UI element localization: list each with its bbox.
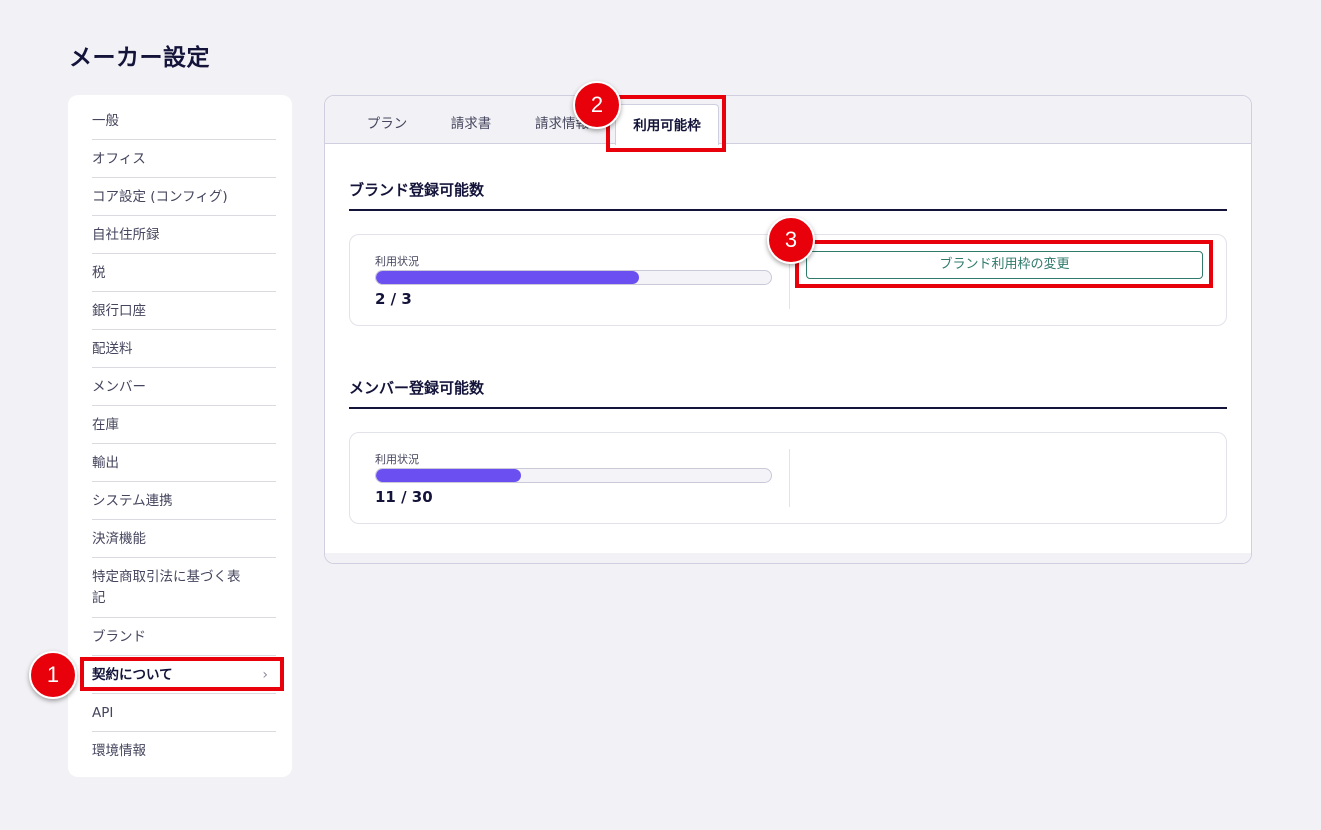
tab-available-quota[interactable]: 利用可能枠 [615,104,719,145]
brand-usage-value: 2 / 3 [375,290,412,308]
sidebar-item-label: コア設定 (コンフィグ) [92,189,228,205]
sidebar-item-office[interactable]: オフィス [92,140,276,178]
sidebar-item-label: オフィス [92,151,146,167]
sidebar-item-label: 銀行口座 [92,303,146,319]
step-marker-3: 3 [767,216,815,264]
member-usage-card: 利用状況 11 / 30 [349,432,1227,524]
sidebar-item-label: 自社住所録 [92,227,160,243]
member-section-title: メンバー登録可能数 [349,377,1227,409]
tab-invoices[interactable]: 請求書 [439,96,503,144]
sidebar-item-label: ブランド [92,629,146,645]
sidebar-item-label: 特定商取引法に基づく表記 [92,569,241,606]
step-marker-1: 1 [29,651,77,699]
sidebar-item-contract[interactable]: 契約について › [92,656,276,694]
sidebar-item-export[interactable]: 輸出 [92,444,276,482]
sidebar-item-label: 在庫 [92,417,119,433]
usage-label: 利用状況 [375,453,419,466]
tab-bar: プラン 請求書 請求情報 利用可能枠 [325,96,1251,145]
member-usage-value: 11 / 30 [375,488,433,506]
sidebar-item-tax[interactable]: 税 [92,254,276,292]
sidebar-item-general[interactable]: 一般 [92,103,276,140]
sidebar-item-payment[interactable]: 決済機能 [92,520,276,558]
sidebar-item-environment[interactable]: 環境情報 [92,732,276,770]
sidebar-item-label: 輸出 [92,455,119,471]
sidebar-item-shipping[interactable]: 配送料 [92,330,276,368]
sidebar-item-system-integration[interactable]: システム連携 [92,482,276,520]
member-usage-progress [375,468,772,483]
sidebar-item-label: 税 [92,265,106,281]
brand-usage-progress [375,270,772,285]
panel-footer [325,553,1251,563]
sidebar-item-label: 決済機能 [92,531,146,547]
chevron-right-icon: › [262,667,268,683]
sidebar-item-bank-account[interactable]: 銀行口座 [92,292,276,330]
page-title: メーカー設定 [69,45,210,71]
sidebar-item-api[interactable]: API [92,694,276,732]
sidebar-item-commercial-law[interactable]: 特定商取引法に基づく表記 [92,558,276,618]
sidebar-item-members[interactable]: メンバー [92,368,276,406]
brand-section-title: ブランド登録可能数 [349,179,1227,211]
sidebar-item-core-config[interactable]: コア設定 (コンフィグ) [92,178,276,216]
progress-fill [376,469,521,482]
sidebar-item-label: システム連携 [92,493,173,509]
sidebar-item-label: 契約について [92,667,173,683]
contract-panel: プラン 請求書 請求情報 利用可能枠 ブランド登録可能数 利用状況 2 / 3 … [324,95,1252,564]
usage-label: 利用状況 [375,255,419,268]
step-marker-2: 2 [573,81,621,129]
progress-fill [376,271,640,284]
sidebar-item-label: 一般 [92,113,119,129]
tab-plan[interactable]: プラン [355,96,419,144]
sidebar-item-label: 配送料 [92,341,133,357]
sidebar-item-inventory[interactable]: 在庫 [92,406,276,444]
settings-sidebar: 一般 オフィス コア設定 (コンフィグ) 自社住所録 税 銀行口座 配送料 メン… [68,95,292,777]
change-brand-quota-button[interactable]: ブランド利用枠の変更 [806,251,1203,279]
sidebar-item-label: 環境情報 [92,743,146,759]
sidebar-item-label: メンバー [92,379,146,395]
sidebar-item-address-book[interactable]: 自社住所録 [92,216,276,254]
divider [789,449,790,507]
sidebar-item-brand[interactable]: ブランド [92,618,276,656]
sidebar-item-label: API [92,705,114,721]
